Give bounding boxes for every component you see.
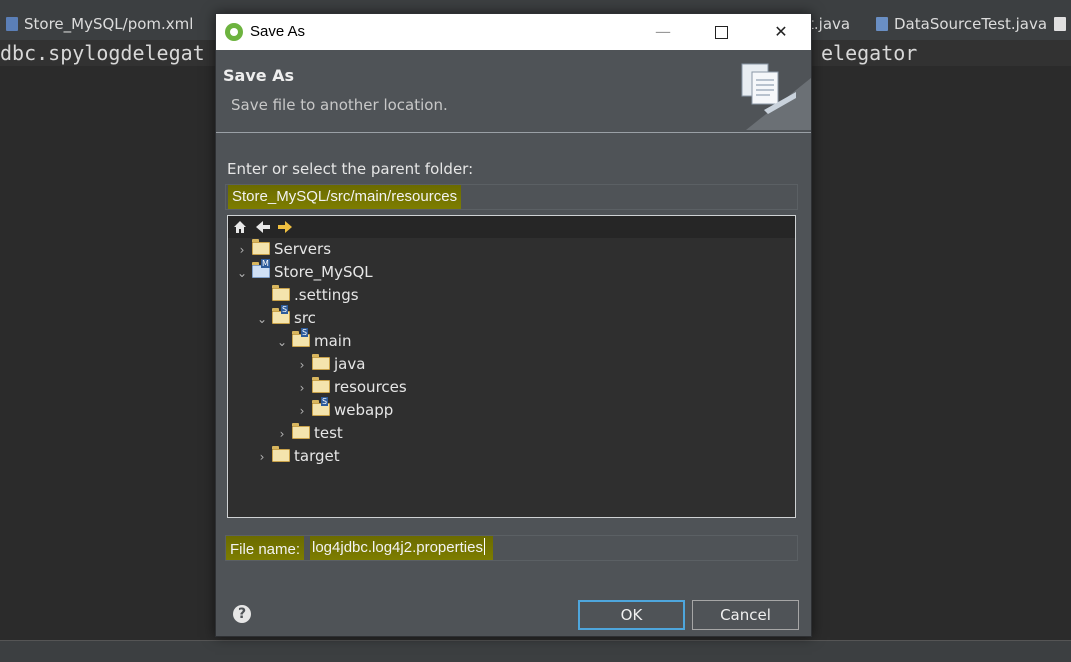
folder-icon bbox=[312, 354, 330, 370]
forward-arrow-icon[interactable] bbox=[277, 220, 293, 234]
folder-icon bbox=[292, 423, 310, 439]
save-as-wizard-icon bbox=[741, 63, 811, 130]
help-icon[interactable]: ? bbox=[233, 605, 251, 623]
dialog-banner: Save As Save file to another location. bbox=[216, 50, 811, 133]
minimize-button[interactable]: — bbox=[634, 14, 692, 50]
code-text-left: dbc.spylogdelegat bbox=[0, 41, 205, 65]
file-name-label: File name: bbox=[226, 536, 305, 560]
close-button[interactable]: ✕ bbox=[752, 14, 810, 50]
back-arrow-icon[interactable] bbox=[255, 220, 271, 234]
cancel-button[interactable]: Cancel bbox=[692, 600, 799, 630]
tree-item-resources[interactable]: › resources bbox=[294, 376, 407, 398]
dialog-titlebar[interactable]: Save As — ✕ bbox=[216, 14, 811, 50]
tree-item-src[interactable]: ⌄ Ssrc bbox=[254, 305, 316, 330]
tree-item-servers[interactable]: › Servers bbox=[234, 238, 331, 260]
tree-toolbar bbox=[228, 216, 795, 238]
spring-app-icon bbox=[225, 23, 243, 41]
chevron-right-icon[interactable]: › bbox=[294, 354, 310, 376]
chevron-right-icon[interactable]: › bbox=[294, 400, 310, 422]
maximize-icon bbox=[715, 26, 728, 39]
folder-icon bbox=[272, 446, 290, 462]
banner-title: Save As bbox=[223, 66, 295, 85]
parent-folder-label: Enter or select the parent folder: bbox=[227, 160, 474, 178]
maximize-button[interactable] bbox=[692, 14, 750, 50]
save-as-dialog: Save As — ✕ Save As Save file to another… bbox=[215, 13, 812, 637]
chevron-down-icon[interactable]: ⌄ bbox=[234, 262, 250, 284]
tree-item-java[interactable]: › java bbox=[294, 353, 365, 375]
parent-folder-value: Store_MySQL/src/main/resources bbox=[228, 185, 462, 209]
chevron-right-icon[interactable]: › bbox=[274, 423, 290, 445]
folder-icon bbox=[272, 285, 290, 301]
home-icon[interactable] bbox=[233, 220, 247, 234]
chevron-down-icon[interactable]: ⌄ bbox=[274, 331, 290, 353]
parent-folder-input[interactable]: Store_MySQL/src/main/resources bbox=[225, 184, 798, 210]
tree-item-target[interactable]: › target bbox=[254, 445, 340, 467]
code-text-right: elegator bbox=[821, 41, 918, 65]
banner-description: Save file to another location. bbox=[231, 96, 448, 114]
tab-datasourcetest-java[interactable]: DataSourceTest.java bbox=[876, 8, 1047, 40]
chevron-right-icon[interactable]: › bbox=[294, 377, 310, 399]
status-bar bbox=[0, 640, 1071, 662]
tab-java-file[interactable]: t.java bbox=[808, 8, 850, 40]
chevron-down-icon[interactable]: ⌄ bbox=[254, 308, 270, 330]
file-name-input[interactable]: log4jdbc.log4j2.properties bbox=[310, 536, 493, 560]
file-name-row: File name: log4jdbc.log4j2.properties bbox=[225, 535, 798, 561]
tree-item-settings[interactable]: .settings bbox=[254, 284, 359, 306]
folder-tree[interactable]: › Servers ⌄ M Store_MySQL .settings ⌄ Ssrc ⌄… bbox=[227, 215, 796, 518]
tree-item-test[interactable]: › test bbox=[274, 422, 343, 444]
ok-button[interactable]: OK bbox=[578, 600, 685, 630]
folder-icon: S bbox=[272, 305, 290, 324]
folder-icon bbox=[312, 377, 330, 393]
file-icon bbox=[1054, 17, 1066, 31]
folder-icon: S bbox=[292, 328, 310, 347]
tree-item-store-mysql[interactable]: ⌄ M Store_MySQL bbox=[234, 259, 373, 284]
maven-file-icon bbox=[6, 17, 18, 31]
folder-icon bbox=[252, 239, 270, 255]
chevron-right-icon[interactable]: › bbox=[234, 239, 250, 261]
text-caret bbox=[483, 538, 485, 555]
tab-overflow[interactable] bbox=[1054, 8, 1071, 40]
project-icon: M bbox=[252, 259, 270, 278]
java-file-icon bbox=[876, 17, 888, 31]
tab-pom-xml[interactable]: Store_MySQL/pom.xml bbox=[6, 8, 193, 40]
tree-item-webapp[interactable]: › Swebapp bbox=[294, 397, 393, 422]
folder-icon: S bbox=[312, 397, 330, 416]
ide-toolbar bbox=[0, 0, 1071, 8]
window-title: Save As bbox=[250, 23, 306, 40]
tree-item-main[interactable]: ⌄ Smain bbox=[274, 328, 351, 353]
chevron-right-icon[interactable]: › bbox=[254, 446, 270, 468]
